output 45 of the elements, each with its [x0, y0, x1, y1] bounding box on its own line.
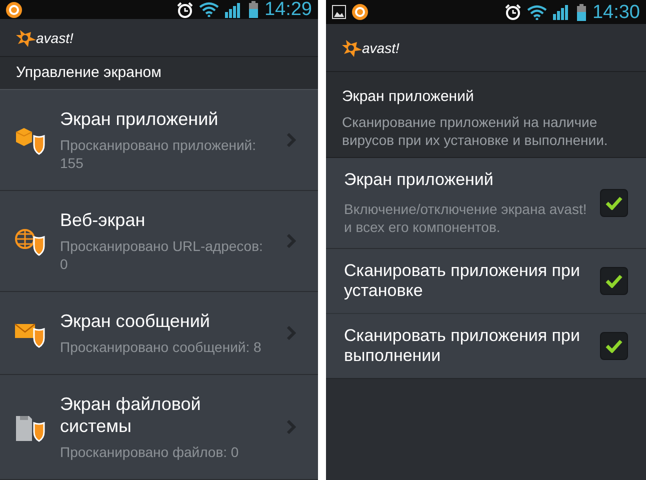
checkbox[interactable] [600, 332, 628, 360]
item-title: Веб-экран [60, 209, 146, 232]
item-title: Экран приложений [60, 108, 220, 130]
menu-item[interactable]: Экран сообщений Просканировано сообщений: 8 [0, 292, 318, 376]
menu-item[interactable]: Экран файловой системы Просканировано файлов: 0 [0, 375, 318, 480]
item-subtitle: Просканировано приложений: 155 [60, 136, 258, 172]
alarm-clock-icon [177, 2, 194, 18]
checkbox[interactable] [600, 266, 628, 294]
setting-title: Сканировать приложения при выполнении [344, 326, 581, 366]
avast-logo: avast! [342, 38, 400, 58]
chevron-right-icon [286, 420, 296, 434]
app-icon [352, 4, 368, 20]
wifi-icon [527, 4, 548, 20]
section-title: Экран приложений [342, 87, 475, 107]
clock-time: 14:30 [592, 2, 640, 22]
menu-item[interactable]: Веб-экран Просканировано URL-адресов: 0 [0, 191, 318, 292]
section-description: Сканирование приложений на наличие вирусов при их установке и выполнении. [342, 112, 609, 148]
check-icon [605, 196, 623, 210]
setting-row[interactable]: Сканировать приложения при выполнении [326, 314, 646, 378]
chevron-right-icon [286, 133, 296, 148]
chevron-right-icon [286, 234, 296, 248]
battery-icon [249, 1, 258, 18]
menu-item[interactable]: Экран приложений Просканировано приложений: 155 [0, 90, 318, 192]
chevron-right-icon [286, 326, 296, 340]
item-title: Экран файловой системы [60, 393, 202, 438]
image-icon [332, 5, 346, 19]
avast-logo: avast! [16, 28, 74, 48]
setting-row[interactable]: Сканировать приложения при установке [326, 248, 646, 314]
setting-description: Включение/отключение экрана avast! и всех его компонентов. [344, 200, 588, 236]
item-subtitle: Просканировано сообщений: 8 [60, 338, 262, 356]
check-icon [605, 338, 623, 352]
setting-title: Экран приложений [344, 170, 494, 190]
app-icon [6, 2, 22, 18]
alarm-clock-icon [505, 4, 522, 20]
check-icon [605, 274, 623, 288]
setting-row[interactable]: Экран приложений Включение/отключение экрана avast! и всех его компонентов. [326, 158, 646, 248]
checkbox[interactable] [600, 188, 628, 216]
wifi-icon [199, 2, 220, 18]
item-subtitle: Просканировано URL-адресов: 0 [60, 237, 264, 274]
item-title: Экран сообщений [60, 310, 211, 332]
section-title: Управление экраном [16, 62, 162, 83]
setting-title: Сканировать приложения при установке [344, 260, 581, 300]
item-subtitle: Просканировано файлов: 0 [60, 443, 240, 462]
battery-icon [577, 4, 586, 20]
clock-time: 14:29 [264, 0, 312, 20]
